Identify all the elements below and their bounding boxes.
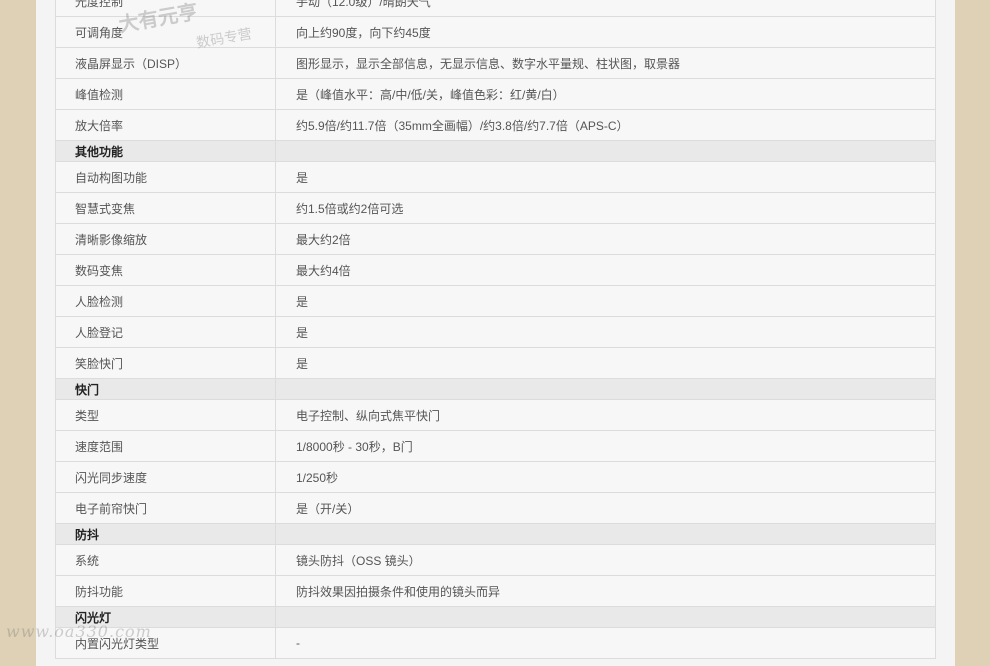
spec-row: 光度控制 手动（12.0级）/晴朗天气 bbox=[55, 0, 936, 17]
spec-row: 可调角度 向上约90度，向下约45度 bbox=[55, 16, 936, 48]
spec-value: 是（峰值水平：高/中/低/关，峰值色彩：红/黄/白） bbox=[275, 78, 936, 110]
spec-value: 向上约90度，向下约45度 bbox=[275, 16, 936, 48]
section-header-row: 快门 bbox=[55, 378, 936, 400]
spec-row: 电子前帘快门 是（开/关） bbox=[55, 492, 936, 524]
section-empty-cell bbox=[275, 378, 936, 400]
spec-value: 1/250秒 bbox=[275, 461, 936, 493]
spec-value: 约1.5倍或约2倍可选 bbox=[275, 192, 936, 224]
spec-label: 速度范围 bbox=[55, 430, 276, 462]
spec-label: 人脸检测 bbox=[55, 285, 276, 317]
spec-row: 人脸检测是 bbox=[55, 285, 936, 317]
spec-row: 类型 电子控制、纵向式焦平快门 bbox=[55, 399, 936, 431]
spec-value: 1/8000秒 - 30秒，B门 bbox=[275, 430, 936, 462]
spec-value: 图形显示，显示全部信息，无显示信息、数字水平量规、柱状图，取景器 bbox=[275, 47, 936, 79]
spec-row: 液晶屏显示（DISP） 图形显示，显示全部信息，无显示信息、数字水平量规、柱状图，… bbox=[55, 47, 936, 79]
spec-value: 最大约2倍 bbox=[275, 223, 936, 255]
spec-value: 是 bbox=[275, 347, 936, 379]
spec-label: 内置闪光灯类型 bbox=[55, 627, 276, 659]
spec-row: 闪光同步速度 1/250秒 bbox=[55, 461, 936, 493]
spec-label: 电子前帘快门 bbox=[55, 492, 276, 524]
spec-row: 笑脸快门是 bbox=[55, 347, 936, 379]
spec-label: 自动构图功能 bbox=[55, 161, 276, 193]
spec-value: 镜头防抖（OSS 镜头） bbox=[275, 544, 936, 576]
spec-label: 智慧式变焦 bbox=[55, 192, 276, 224]
spec-value: - bbox=[275, 627, 936, 659]
spec-row: 系统 镜头防抖（OSS 镜头） bbox=[55, 544, 936, 576]
section-header-row: 防抖 bbox=[55, 523, 936, 545]
spec-label: 数码变焦 bbox=[55, 254, 276, 286]
spec-label: 光度控制 bbox=[55, 0, 276, 17]
spec-row: 防抖功能 防抖效果因拍摄条件和使用的镜头而异 bbox=[55, 575, 936, 607]
section-title: 快门 bbox=[55, 378, 276, 400]
spec-label: 清晰影像缩放 bbox=[55, 223, 276, 255]
section-empty-cell bbox=[275, 140, 936, 162]
spec-row: 人脸登记是 bbox=[55, 316, 936, 348]
spec-label: 放大倍率 bbox=[55, 109, 276, 141]
section-empty-cell bbox=[275, 523, 936, 545]
spec-row: 清晰影像缩放 最大约2倍 bbox=[55, 223, 936, 255]
spec-value: 防抖效果因拍摄条件和使用的镜头而异 bbox=[275, 575, 936, 607]
spec-label: 峰值检测 bbox=[55, 78, 276, 110]
spec-label: 液晶屏显示（DISP） bbox=[55, 47, 276, 79]
section-title: 其他功能 bbox=[55, 140, 276, 162]
spec-value: 最大约4倍 bbox=[275, 254, 936, 286]
spec-label: 闪光同步速度 bbox=[55, 461, 276, 493]
spec-row: 智慧式变焦 约1.5倍或约2倍可选 bbox=[55, 192, 936, 224]
spec-table-body: 光度控制 手动（12.0级）/晴朗天气 可调角度 向上约90度，向下约45度 液晶屏显示… bbox=[55, 0, 936, 659]
spec-label: 笑脸快门 bbox=[55, 347, 276, 379]
section-header-row: 闪光灯 bbox=[55, 606, 936, 628]
spec-value: 是（开/关） bbox=[275, 492, 936, 524]
spec-value: 电子控制、纵向式焦平快门 bbox=[275, 399, 936, 431]
spec-label: 系统 bbox=[55, 544, 276, 576]
spec-row: 内置闪光灯类型 - bbox=[55, 627, 936, 659]
spec-label: 类型 bbox=[55, 399, 276, 431]
spec-row: 放大倍率 约5.9倍/约11.7倍（35mm全画幅）/约3.8倍/约7.7倍（AP… bbox=[55, 109, 936, 141]
spec-value: 约5.9倍/约11.7倍（35mm全画幅）/约3.8倍/约7.7倍（APS-C） bbox=[275, 109, 936, 141]
section-header-row: 其他功能 bbox=[55, 140, 936, 162]
spec-value: 是 bbox=[275, 316, 936, 348]
spec-value: 是 bbox=[275, 285, 936, 317]
spec-label: 可调角度 bbox=[55, 16, 276, 48]
spec-row: 速度范围 1/8000秒 - 30秒，B门 bbox=[55, 430, 936, 462]
spec-label: 防抖功能 bbox=[55, 575, 276, 607]
spec-value: 是 bbox=[275, 161, 936, 193]
spec-row: 自动构图功能是 bbox=[55, 161, 936, 193]
section-empty-cell bbox=[275, 606, 936, 628]
section-title: 闪光灯 bbox=[55, 606, 276, 628]
section-title: 防抖 bbox=[55, 523, 276, 545]
spec-table: 光度控制 手动（12.0级）/晴朗天气 可调角度 向上约90度，向下约45度 液晶屏显示… bbox=[55, 0, 936, 659]
spec-row: 数码变焦 最大约4倍 bbox=[55, 254, 936, 286]
spec-value: 手动（12.0级）/晴朗天气 bbox=[275, 0, 936, 17]
spec-row: 峰值检测 是（峰值水平：高/中/低/关，峰值色彩：红/黄/白） bbox=[55, 78, 936, 110]
spec-label: 人脸登记 bbox=[55, 316, 276, 348]
